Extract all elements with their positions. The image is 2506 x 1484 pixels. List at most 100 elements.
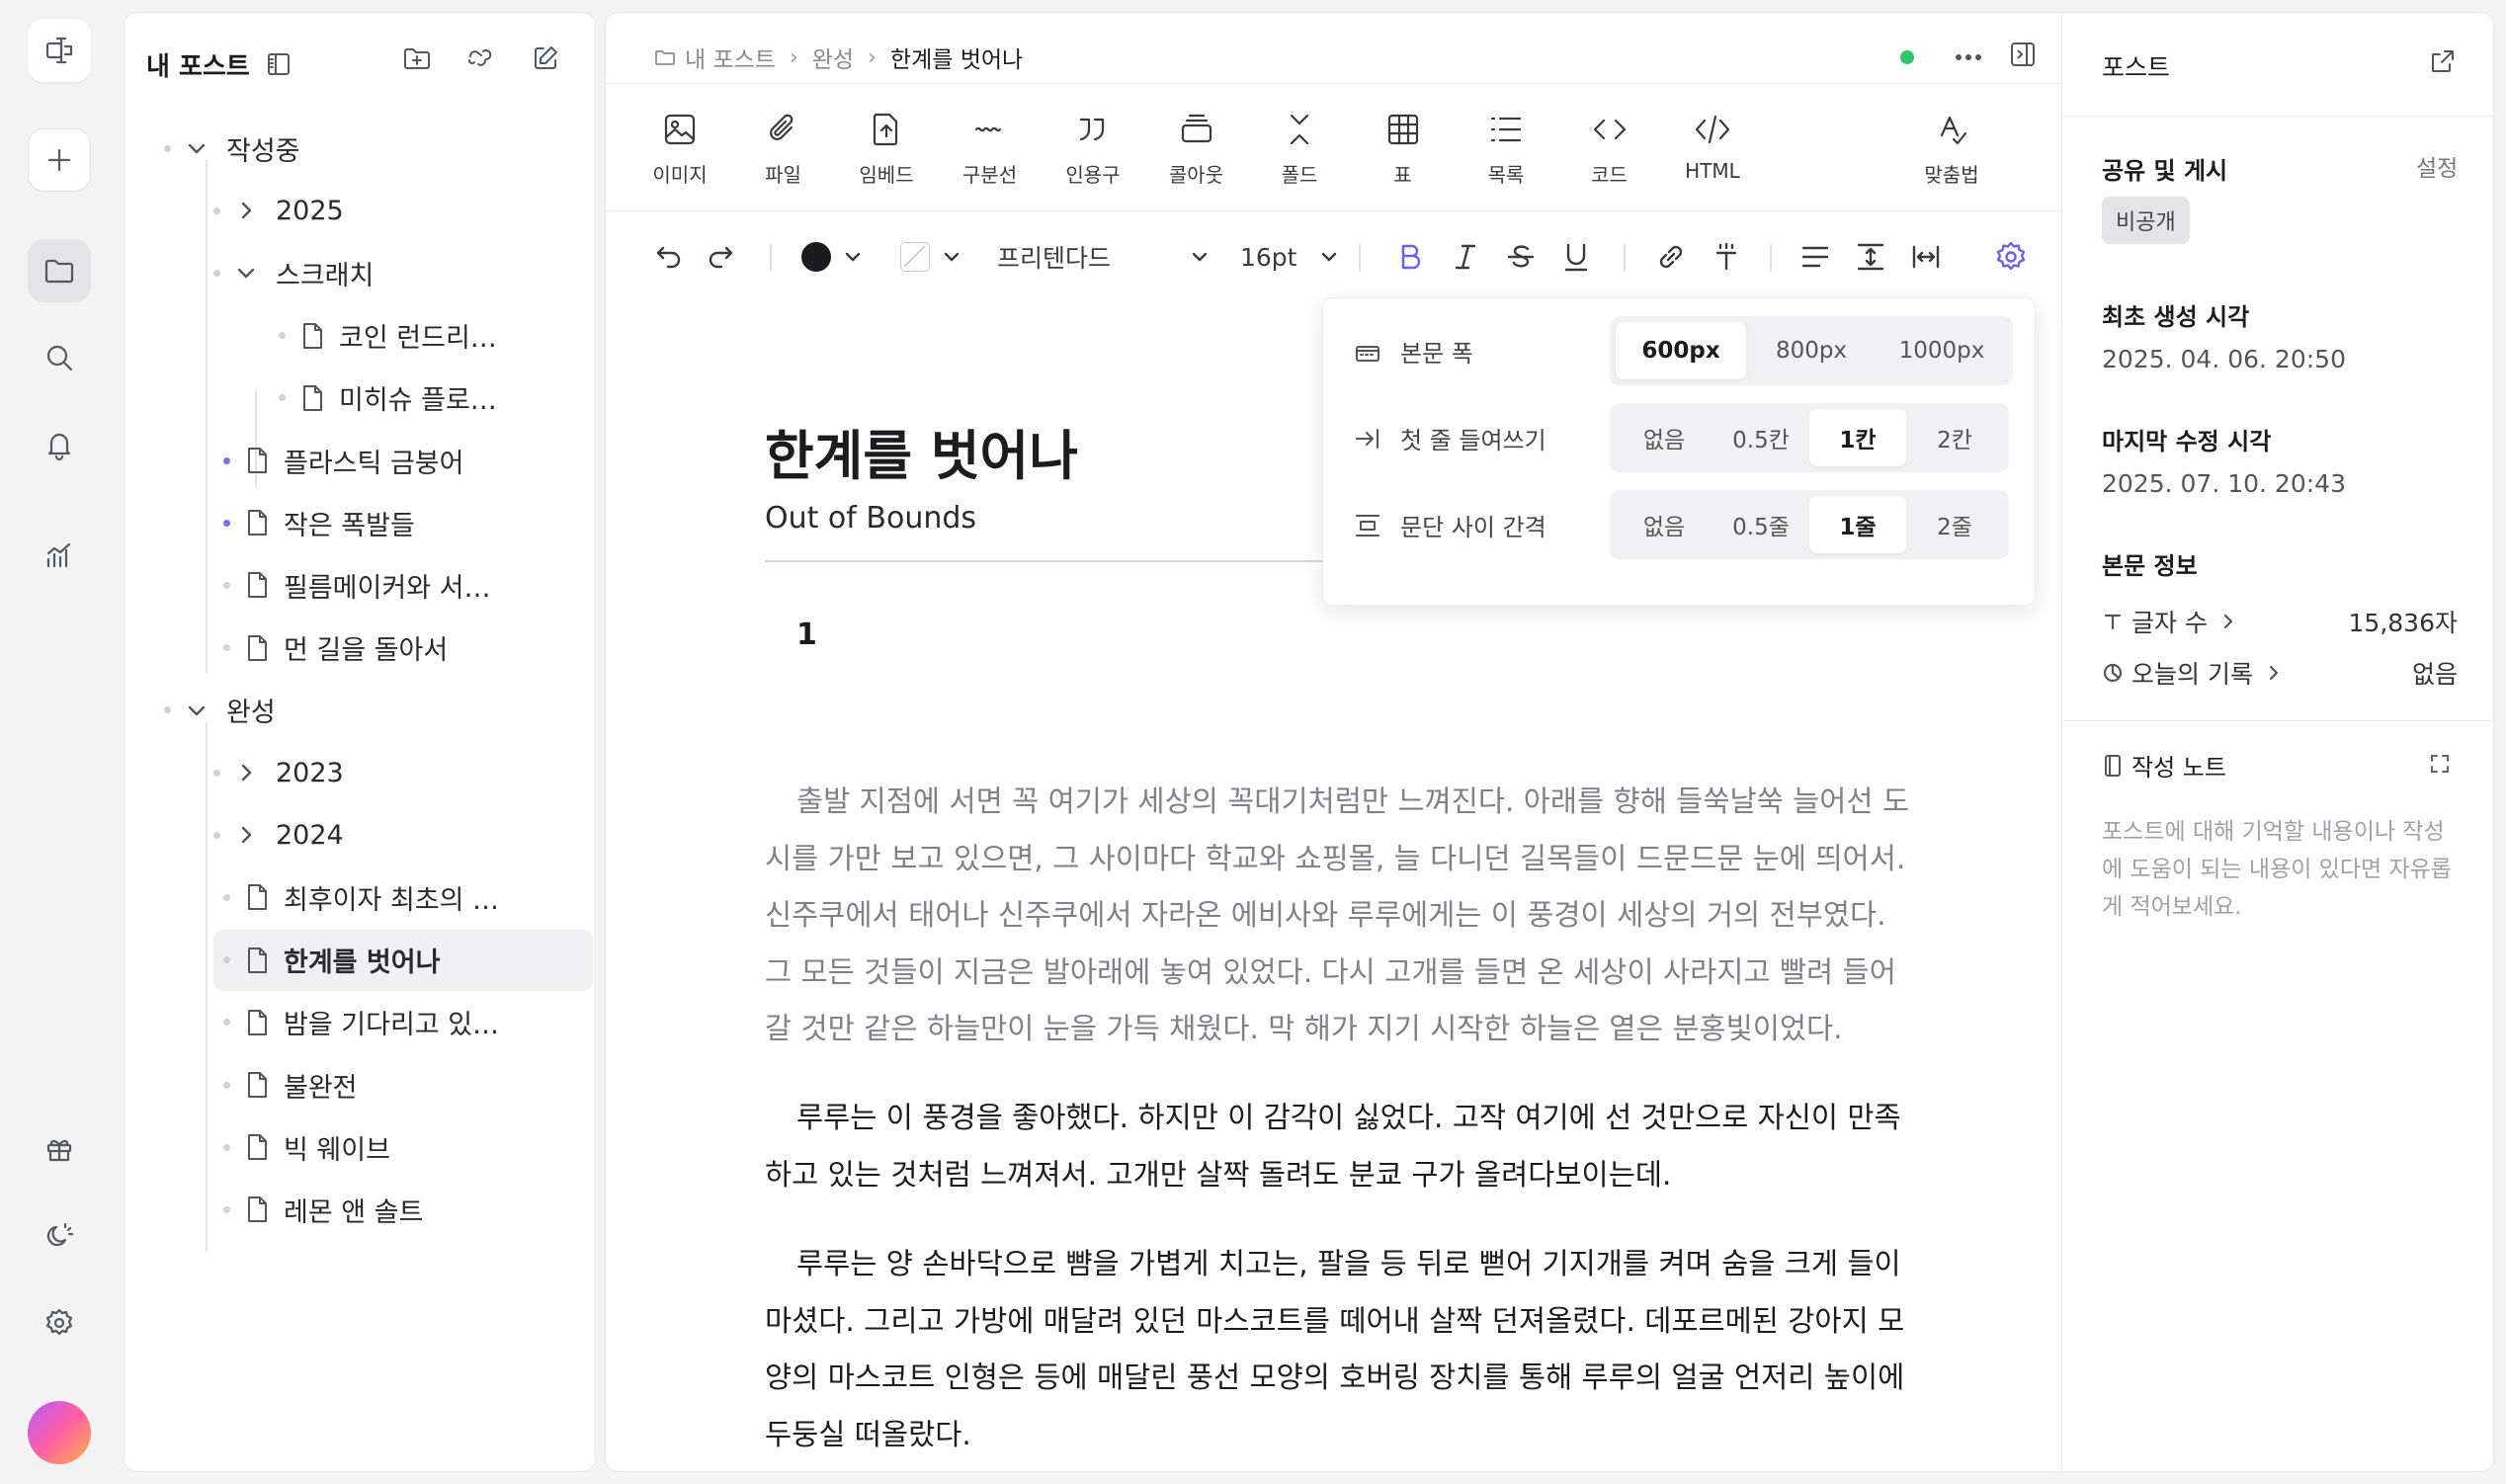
- tree-post-item[interactable]: 불완전: [223, 1054, 358, 1115]
- tree-post-item[interactable]: 최후이자 최초의 …: [223, 866, 499, 928]
- spellcheck-label: 맞춤법: [1924, 163, 1979, 187]
- tree-post-item[interactable]: 작은 폭발들: [223, 492, 415, 553]
- insert-divider-button[interactable]: 구분선: [946, 110, 1035, 188]
- insert-embed-button[interactable]: 임베드: [842, 110, 931, 188]
- insert-html-button[interactable]: HTML: [1668, 110, 1757, 183]
- tree-bullet: [223, 456, 230, 464]
- body-paragraph[interactable]: 루루는 이 풍경을 좋아했다. 하지만 이 감각이 싫었다. 고작 여기에 선 …: [765, 1090, 1911, 1203]
- chevron-down-icon[interactable]: [185, 699, 209, 722]
- line-height-button[interactable]: [1853, 232, 1888, 282]
- link-button[interactable]: [1653, 232, 1689, 282]
- chevron-down-icon[interactable]: [185, 136, 209, 160]
- segment-option[interactable]: 없음: [1616, 409, 1712, 466]
- tree-folder-item[interactable]: 2024: [213, 804, 344, 866]
- toggle-right-panel-icon[interactable]: [2007, 39, 2039, 70]
- segment-option[interactable]: 1칸: [1809, 409, 1906, 466]
- tree-post-item[interactable]: 레몬 앤 솔트: [223, 1179, 423, 1240]
- tree-post-item[interactable]: 플라스틱 금붕어: [223, 430, 463, 491]
- gift-icon[interactable]: [28, 1117, 91, 1181]
- undo-button[interactable]: [649, 232, 685, 282]
- segment-option[interactable]: 0.5칸: [1712, 409, 1809, 466]
- insert-fold-button[interactable]: 폴드: [1255, 110, 1344, 188]
- theme-toggle-icon[interactable]: [28, 1204, 91, 1268]
- font-family-dropdown[interactable]: 프리텐다드: [997, 232, 1210, 282]
- new-post-button[interactable]: [28, 128, 91, 192]
- bold-button[interactable]: [1392, 232, 1428, 282]
- insert-code-button[interactable]: 코드: [1565, 110, 1654, 188]
- editor-settings-gear-icon[interactable]: [1993, 232, 2029, 282]
- settings-gear-icon[interactable]: [28, 1291, 91, 1355]
- sidebar-collapse-icon[interactable]: [263, 48, 294, 80]
- breadcrumb-folder[interactable]: 완성: [812, 41, 854, 74]
- document-title[interactable]: 한계를 벗어나: [765, 412, 1078, 490]
- tree-post-item[interactable]: 미히슈 플로…: [279, 368, 497, 429]
- segment-option[interactable]: 2줄: [1906, 496, 2003, 553]
- bell-icon[interactable]: [28, 413, 91, 476]
- highlight-color-dropdown[interactable]: [900, 232, 961, 282]
- redo-button[interactable]: [705, 232, 740, 282]
- popover-setting-row: 본문 폭 600px 800px 1000px: [1323, 316, 2037, 385]
- chevron-down-icon[interactable]: [234, 261, 258, 285]
- align-button[interactable]: [1797, 232, 1833, 282]
- underline-button[interactable]: [1558, 232, 1594, 282]
- tree-post-item[interactable]: 빅 웨이브: [223, 1116, 390, 1178]
- insert-table-button[interactable]: 표: [1359, 110, 1448, 188]
- insert-paperclip-button[interactable]: 파일: [739, 110, 828, 188]
- tree-folder-item[interactable]: 작성중: [164, 118, 300, 179]
- insert-list-button[interactable]: 목록: [1462, 110, 1550, 188]
- user-avatar[interactable]: [28, 1401, 91, 1464]
- segment-option[interactable]: 600px: [1616, 322, 1746, 379]
- body-paragraph[interactable]: 출발 지점에 서면 꼭 여기가 세상의 꼭대기처럼만 느껴진다. 아래를 향해 …: [765, 774, 1911, 1058]
- app-logo-icon[interactable]: [28, 19, 91, 82]
- more-options-icon[interactable]: [1952, 42, 1985, 72]
- stats-icon[interactable]: [28, 524, 91, 587]
- new-folder-button[interactable]: [401, 42, 437, 78]
- tree-folder-item[interactable]: 완성: [164, 680, 276, 741]
- tree-post-item[interactable]: 먼 길을 돌아서: [223, 618, 448, 679]
- spellcheck-button[interactable]: 맞춤법: [1907, 110, 1996, 188]
- text-color-dropdown[interactable]: [801, 232, 863, 282]
- new-post-edit-button[interactable]: [530, 42, 565, 78]
- open-external-icon[interactable]: [2428, 46, 2458, 76]
- italic-button[interactable]: [1448, 232, 1483, 282]
- today-record-row[interactable]: 오늘의 기록 없음: [2102, 655, 2458, 691]
- segment-option[interactable]: 1000px: [1877, 322, 2007, 379]
- char-count-row[interactable]: 글자 수 15,836자: [2102, 604, 2458, 639]
- link-post-button[interactable]: [464, 42, 500, 78]
- sync-status-dot: [1900, 50, 1914, 64]
- insert-image-button[interactable]: 이미지: [635, 110, 724, 188]
- strikethrough-button[interactable]: [1503, 232, 1539, 282]
- tree-bullet: [164, 706, 171, 714]
- chevron-right-icon[interactable]: [234, 823, 258, 847]
- segment-option[interactable]: 800px: [1746, 322, 1877, 379]
- tree-folder-item[interactable]: 2023: [213, 742, 344, 803]
- segment-option[interactable]: 1줄: [1809, 496, 1906, 553]
- tree-folder-item[interactable]: 스크래치: [213, 242, 374, 303]
- breadcrumb-root[interactable]: 내 포스트: [685, 41, 776, 74]
- document-subtitle[interactable]: Out of Bounds: [765, 501, 976, 536]
- writing-note-input[interactable]: 포스트에 대해 기억할 내용이나 작성에 도움이 되는 내용이 있다면 자유롭게…: [2102, 813, 2454, 926]
- font-size-dropdown[interactable]: 16pt: [1240, 232, 1339, 282]
- share-settings-link[interactable]: 설정: [2416, 149, 2458, 183]
- chevron-right-icon[interactable]: [234, 199, 258, 222]
- tree-post-item[interactable]: 코인 런드리…: [279, 305, 497, 367]
- ruby-text-button[interactable]: [1709, 232, 1744, 282]
- folder-icon[interactable]: [28, 239, 91, 302]
- tree-post-item[interactable]: 한계를 벗어나: [213, 929, 593, 991]
- letter-spacing-button[interactable]: [1908, 232, 1944, 282]
- tree-folder-item[interactable]: 2025: [213, 180, 344, 241]
- visibility-badge[interactable]: 비공개: [2102, 197, 2190, 244]
- body-paragraph[interactable]: 루루는 양 손바닥으로 뺨을 가볍게 치고는, 팔을 등 뒤로 뻗어 기지개를 …: [765, 1236, 1911, 1463]
- segment-option[interactable]: 2칸: [1906, 409, 2003, 466]
- tree-post-item[interactable]: 필름메이커와 서…: [223, 554, 490, 616]
- search-icon[interactable]: [28, 326, 91, 389]
- chapter-heading[interactable]: 1: [796, 618, 817, 652]
- segment-option[interactable]: 0.5줄: [1712, 496, 1809, 553]
- chevron-right-icon[interactable]: [234, 761, 258, 784]
- expand-icon[interactable]: [2428, 752, 2452, 776]
- insert-callout-button[interactable]: 콜아웃: [1152, 110, 1241, 188]
- insert-button-label: 인용구: [1065, 163, 1121, 187]
- segment-option[interactable]: 없음: [1616, 496, 1712, 553]
- tree-post-item[interactable]: 밤을 기다리고 있…: [223, 992, 499, 1053]
- insert-quote-button[interactable]: 인용구: [1048, 110, 1137, 188]
